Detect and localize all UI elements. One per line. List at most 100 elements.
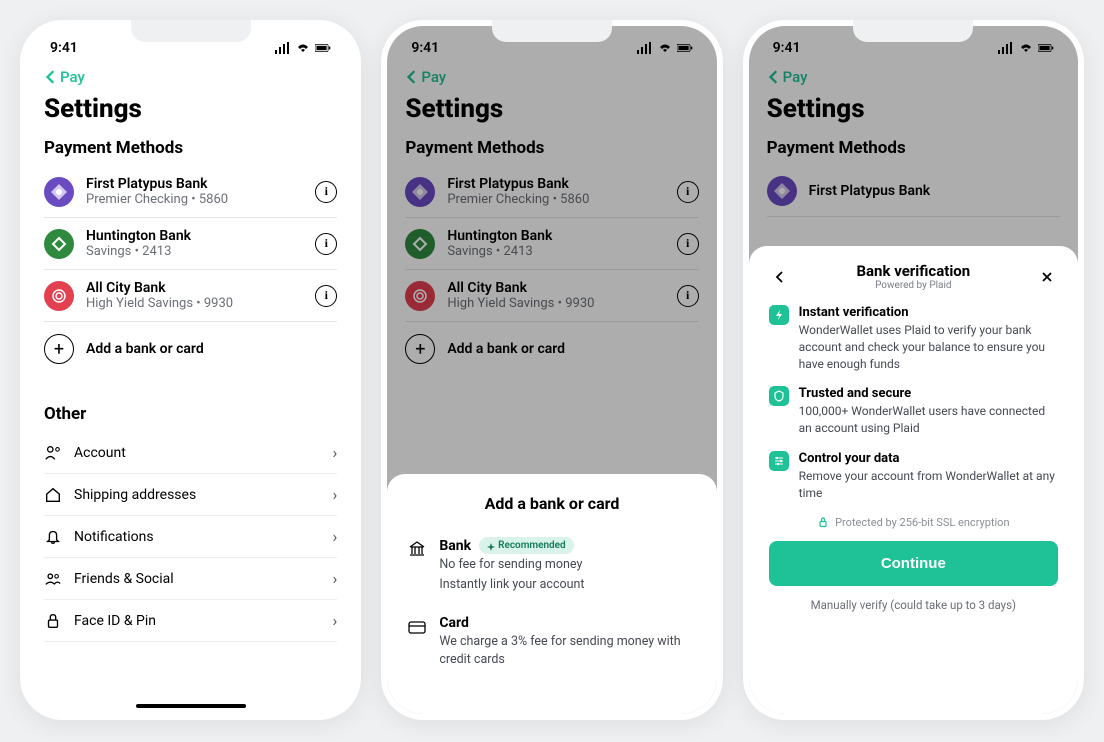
- back-label: Pay: [783, 68, 808, 86]
- feature-item: Control your data Remove your account fr…: [769, 451, 1058, 502]
- status-icons: [637, 42, 693, 54]
- bell-icon: [44, 528, 62, 546]
- payment-method-sub: High Yield Savings • 9930: [447, 296, 664, 311]
- payment-method-item[interactable]: Huntington Bank Savings • 2413 i: [44, 218, 337, 270]
- feature-title: Instant verification: [799, 305, 1058, 320]
- other-item-label: Friends & Social: [74, 571, 321, 587]
- payment-method-sub: Savings • 2413: [447, 244, 664, 259]
- plus-icon: +: [44, 334, 74, 364]
- sheet-title: Add a bank or card: [407, 494, 696, 513]
- lightning-icon: [769, 305, 789, 325]
- wifi-icon: [657, 42, 673, 54]
- shield-icon: [769, 386, 789, 406]
- bank-logo-icon: [44, 229, 74, 259]
- bank-logo-icon: [767, 176, 797, 206]
- payment-method-item[interactable]: First Platypus Bank Premier Checking • 5…: [44, 166, 337, 218]
- payment-method-item[interactable]: First Platypus Bank Premier Checking • 5…: [405, 166, 698, 218]
- signal-icon: [998, 42, 1014, 54]
- payment-method-name: Huntington Bank: [447, 228, 664, 244]
- bank-icon: [407, 539, 427, 559]
- add-sheet: Add a bank or card Bank Recommended No f…: [387, 474, 716, 714]
- other-item-label: Shipping addresses: [74, 487, 321, 503]
- continue-button[interactable]: Continue: [769, 541, 1058, 586]
- other-item-faceid[interactable]: Face ID & Pin ›: [44, 600, 337, 642]
- option-name: Card: [439, 615, 469, 631]
- lock-icon: [817, 516, 829, 528]
- battery-icon: [315, 42, 331, 54]
- battery-icon: [677, 42, 693, 54]
- info-icon[interactable]: i: [315, 285, 337, 307]
- other-item-account[interactable]: Account ›: [44, 432, 337, 474]
- feature-desc: 100,000+ WonderWallet users have connect…: [799, 403, 1058, 437]
- other-item-label: Notifications: [74, 529, 321, 545]
- recommended-badge: Recommended: [479, 537, 574, 554]
- signal-icon: [275, 42, 291, 54]
- payment-method-item[interactable]: First Platypus Bank: [767, 166, 1060, 217]
- add-payment-method-button[interactable]: + Add a bank or card: [44, 322, 337, 376]
- payment-method-name: First Platypus Bank: [447, 176, 664, 192]
- bank-logo-icon: [44, 177, 74, 207]
- add-label: Add a bank or card: [447, 341, 565, 357]
- payment-method-name: Huntington Bank: [86, 228, 303, 244]
- device-notch: [492, 20, 612, 42]
- home-indicator[interactable]: [136, 704, 246, 708]
- other-item-friends[interactable]: Friends & Social ›: [44, 558, 337, 600]
- info-icon[interactable]: i: [677, 181, 699, 203]
- info-icon[interactable]: i: [677, 285, 699, 307]
- other-item-shipping[interactable]: Shipping addresses ›: [44, 474, 337, 516]
- screen: 9:41 Pay Settings Payment Methods Fir: [749, 26, 1078, 714]
- back-button[interactable]: Pay: [405, 68, 698, 86]
- user-icon: [44, 444, 62, 462]
- feature-desc: Remove your account from WonderWallet at…: [799, 468, 1058, 502]
- chevron-right-icon: ›: [333, 569, 338, 588]
- payment-method-item[interactable]: All City Bank High Yield Savings • 9930 …: [405, 270, 698, 322]
- feature-desc: WonderWallet uses Plaid to verify your b…: [799, 322, 1058, 372]
- payment-method-sub: High Yield Savings • 9930: [86, 296, 303, 311]
- screen: 9:41 Pay Settings Payment Methods First …: [26, 26, 355, 714]
- lock-icon: [44, 612, 62, 630]
- payment-method-item[interactable]: All City Bank High Yield Savings • 9930 …: [44, 270, 337, 322]
- info-icon[interactable]: i: [315, 233, 337, 255]
- battery-icon: [1038, 42, 1054, 54]
- settings-icon: [769, 451, 789, 471]
- chevron-right-icon: ›: [333, 527, 338, 546]
- back-button[interactable]: Pay: [44, 68, 337, 86]
- home-icon: [44, 486, 62, 504]
- other-item-notifications[interactable]: Notifications ›: [44, 516, 337, 558]
- plus-icon: +: [405, 334, 435, 364]
- back-button[interactable]: Pay: [767, 68, 1060, 86]
- device-notch: [131, 20, 251, 42]
- payment-method-name: First Platypus Bank: [809, 183, 1060, 199]
- page-title: Settings: [44, 94, 337, 124]
- chevron-left-icon: [767, 70, 781, 84]
- chevron-left-icon: [405, 70, 419, 84]
- option-desc: We charge a 3% fee for sending money wit…: [439, 633, 696, 668]
- payment-method-sub: Savings • 2413: [86, 244, 303, 259]
- payment-method-name: All City Bank: [447, 280, 664, 296]
- users-icon: [44, 570, 62, 588]
- chevron-right-icon: ›: [333, 443, 338, 462]
- sheet-back-button[interactable]: [769, 266, 791, 288]
- info-icon[interactable]: i: [315, 181, 337, 203]
- option-card[interactable]: Card We charge a 3% fee for sending mone…: [407, 609, 696, 684]
- manual-verify-link[interactable]: Manually verify (could take up to 3 days…: [769, 598, 1058, 612]
- option-bank[interactable]: Bank Recommended No fee for sending mone…: [407, 531, 696, 609]
- close-icon: [1041, 271, 1053, 283]
- feature-title: Trusted and secure: [799, 386, 1058, 401]
- sheet-close-button[interactable]: [1036, 266, 1058, 288]
- payment-method-name: First Platypus Bank: [86, 176, 303, 192]
- verify-title: Bank verification: [791, 262, 1036, 280]
- payment-method-name: All City Bank: [86, 280, 303, 296]
- bank-logo-icon: [44, 281, 74, 311]
- info-icon[interactable]: i: [677, 233, 699, 255]
- phone-3-verify-sheet: 9:41 Pay Settings Payment Methods Fir: [743, 20, 1084, 720]
- chevron-right-icon: ›: [333, 485, 338, 504]
- add-payment-method-button[interactable]: + Add a bank or card: [405, 322, 698, 376]
- feature-item: Trusted and secure 100,000+ WonderWallet…: [769, 386, 1058, 437]
- ssl-notice: Protected by 256-bit SSL encryption: [769, 516, 1058, 529]
- payment-method-item[interactable]: Huntington Bank Savings • 2413 i: [405, 218, 698, 270]
- bank-logo-icon: [405, 281, 435, 311]
- wifi-icon: [295, 42, 311, 54]
- back-label: Pay: [60, 68, 85, 86]
- status-icons: [275, 42, 331, 54]
